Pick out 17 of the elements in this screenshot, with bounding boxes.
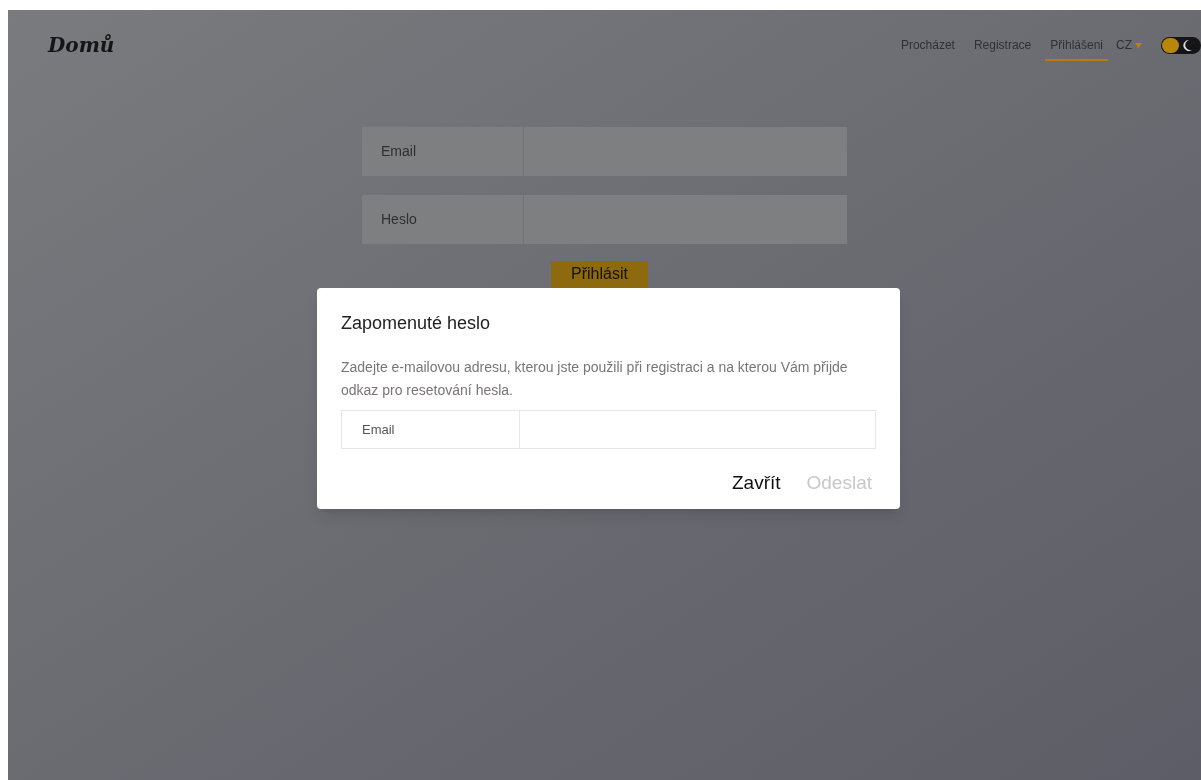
nav-link[interactable]: Procházet — [900, 29, 955, 61]
email-field[interactable]: Email — [341, 410, 876, 449]
language-selector[interactable]: CZ — [1116, 36, 1142, 54]
caret-icon — [1135, 42, 1142, 48]
field-label: Email — [342, 411, 520, 448]
nav-link[interactable]: Registrace — [973, 29, 1032, 61]
field-label: Heslo — [362, 195, 524, 244]
moon-icon — [1183, 39, 1192, 51]
theme-toggle[interactable] — [1161, 36, 1201, 54]
field-label: Email — [362, 127, 524, 176]
logo[interactable]: Domů — [48, 30, 115, 60]
dialog-title: Zapomenuté heslo — [341, 312, 492, 335]
nav-link[interactable]: Přihlášeni — [1045, 29, 1108, 61]
dialog-description: Zadejte e-mailovou adresu, kterou jste použili při registraci a na kterou Vám přijde odkaz pro resetování hesla. — [341, 358, 849, 400]
input-field[interactable]: Heslo — [362, 195, 847, 244]
input-field[interactable]: Email — [362, 127, 847, 176]
close-button[interactable]: Zavřít — [731, 469, 781, 498]
